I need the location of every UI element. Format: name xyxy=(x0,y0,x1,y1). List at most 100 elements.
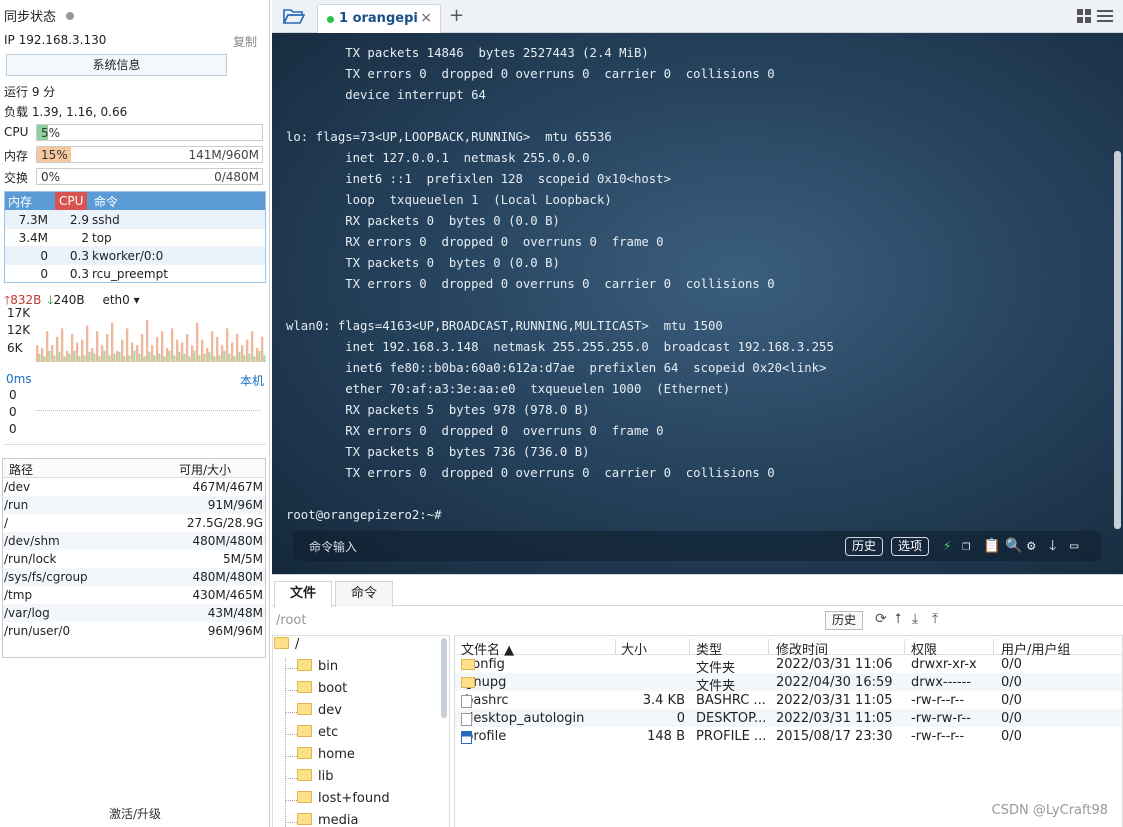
paste-icon[interactable]: 📋 xyxy=(983,537,1000,555)
file-row[interactable]: .profile 148 B PROFILE ... 2015/08/17 23:30… xyxy=(455,727,1122,745)
file-name-cell: .bashrc xyxy=(461,693,509,708)
upload-icon[interactable]: ⤒ xyxy=(932,611,938,627)
terminal-line: TX errors 0 dropped 0 overruns 0 carrier… xyxy=(286,277,775,291)
file-row[interactable]: .gnupg 文件夹 2022/04/30 16:59 drwx------ 0/0 xyxy=(455,673,1122,694)
terminal-line: inet 127.0.0.1 netmask 255.0.0.0 xyxy=(286,151,590,165)
net-download-bar xyxy=(133,350,136,362)
disk-path: /sys/fs/cgroup xyxy=(4,570,88,584)
tree-scrollbar[interactable] xyxy=(441,638,447,718)
command-input-bar[interactable]: 命令输入 历史 选项 ⚡ ❐ 📋 🔍 ⚙ 🡓 ▭ xyxy=(293,531,1101,561)
col-path[interactable]: 路径 xyxy=(9,461,33,478)
net-download-bar xyxy=(218,355,221,362)
sync-status: 同步状态 xyxy=(4,6,263,25)
col-cpu[interactable]: CPU xyxy=(55,192,88,210)
tree-node[interactable]: lib xyxy=(297,769,333,784)
activate-upgrade-link[interactable]: 激活/升级 xyxy=(0,805,270,822)
file-row[interactable]: .config 文件夹 2022/03/31 11:06 drwxr-xr-x 0/0 xyxy=(455,655,1122,676)
tree-node[interactable]: media xyxy=(297,813,359,827)
path-history-button[interactable]: 历史 xyxy=(825,611,864,630)
disk-row[interactable]: /sys/fs/cgroup 480M/480M xyxy=(3,568,265,586)
path-input[interactable]: /root xyxy=(276,613,306,628)
col-size[interactable]: 可用/大小 xyxy=(179,461,231,478)
folder-icon xyxy=(297,813,312,825)
process-row[interactable]: 0 0.3 kworker/0:0 xyxy=(5,246,265,264)
terminal-scrollbar[interactable] xyxy=(1114,151,1121,529)
download-icon[interactable]: 🡓 xyxy=(1049,537,1056,555)
lightning-icon[interactable]: ⚡ xyxy=(943,537,951,555)
net-download-bar xyxy=(243,355,246,362)
download-icon[interactable]: ⤓ xyxy=(912,611,918,627)
tab-commands[interactable]: 命令 xyxy=(335,581,393,607)
refresh-icon[interactable]: ⟳ xyxy=(875,611,887,627)
command-input[interactable]: 命令输入 xyxy=(309,538,357,555)
terminal[interactable]: TX packets 14846 bytes 2527443 (2.4 MiB)… xyxy=(272,33,1123,574)
process-row[interactable]: 0 0.3 rcu_preempt xyxy=(5,264,265,282)
proc-mem: 3.4M xyxy=(18,231,48,245)
terminal-line: loop txqueuelen 1 (Local Loopback) xyxy=(286,193,612,207)
net-download-bar xyxy=(183,353,186,362)
tree-node[interactable]: bin xyxy=(297,659,338,674)
tree-node[interactable]: lost+found xyxy=(297,791,390,806)
net-axis-tick: 17K xyxy=(7,306,31,320)
net-download-bar xyxy=(103,350,106,362)
close-icon[interactable]: × xyxy=(420,10,432,26)
iface-select[interactable]: eth0 ▾ xyxy=(102,293,139,307)
up-dir-icon[interactable]: ⭡ xyxy=(895,611,902,627)
system-info-button[interactable]: 系统信息 xyxy=(6,54,227,76)
folder-open-icon[interactable] xyxy=(282,6,306,26)
folder-icon xyxy=(297,659,312,671)
net-upload-bar xyxy=(91,348,94,362)
net-upload-bar xyxy=(156,336,159,362)
col-mem[interactable]: 内存 xyxy=(8,193,32,210)
net-download-bar xyxy=(143,356,146,362)
tree-node[interactable]: etc xyxy=(297,725,338,740)
file-perm: -rw-r--r-- xyxy=(911,693,965,708)
tree-node[interactable]: / xyxy=(274,637,299,652)
process-row[interactable]: 3.4M 2 top xyxy=(5,228,265,246)
tree-node[interactable]: dev xyxy=(297,703,342,718)
gear-icon[interactable]: ⚙ xyxy=(1027,537,1035,555)
disk-row[interactable]: /run/lock 5M/5M xyxy=(3,550,265,568)
net-download-bar xyxy=(108,355,111,362)
copy-icon[interactable]: ❐ xyxy=(962,537,970,555)
net-upload-bar xyxy=(126,328,129,362)
disk-row[interactable]: /run 91M/96M xyxy=(3,496,265,514)
disk-row[interactable]: /dev/shm 480M/480M xyxy=(3,532,265,550)
net-upload-bar xyxy=(106,334,109,362)
history-button[interactable]: 历史 xyxy=(845,537,884,556)
disk-size: 27.5G/28.9G xyxy=(186,516,263,530)
net-download-bar xyxy=(98,356,101,362)
terminal-line: TX packets 8 bytes 736 (736.0 B) xyxy=(286,445,590,459)
disk-row[interactable]: /run/user/0 96M/96M xyxy=(3,622,265,640)
copy-ip-button[interactable]: 复制 xyxy=(233,33,257,50)
net-upload-bar xyxy=(171,328,174,362)
disk-row[interactable]: /tmp 430M/465M xyxy=(3,586,265,604)
col-cmd[interactable]: 命令 xyxy=(94,193,118,210)
net-upload-bar xyxy=(71,334,74,362)
layout-icon[interactable] xyxy=(1077,8,1115,24)
search-icon[interactable]: 🔍 xyxy=(1005,537,1022,555)
file-type: DESKTOP... xyxy=(696,711,767,726)
disk-row[interactable]: / 27.5G/28.9G xyxy=(3,514,265,532)
tree-node[interactable]: boot xyxy=(297,681,347,696)
add-tab-icon[interactable]: + xyxy=(449,5,464,26)
tab-files[interactable]: 文件 xyxy=(274,581,332,608)
proc-mem: 0 xyxy=(40,249,48,263)
maximize-icon[interactable]: ▭ xyxy=(1070,537,1078,555)
net-upload-bar xyxy=(36,345,39,362)
file-row[interactable]: .desktop_autologin 0 DESKTOP... 2022/03/31 … xyxy=(455,709,1122,727)
tree-node[interactable]: home xyxy=(297,747,355,762)
sync-indicator-icon xyxy=(66,12,75,20)
net-upload-bar xyxy=(96,331,99,362)
disk-row[interactable]: /dev 467M/467M xyxy=(3,478,265,496)
file-mtime: 2022/04/30 16:59 xyxy=(776,675,893,690)
process-row[interactable]: 7.3M 2.9 sshd xyxy=(5,210,265,228)
file-row[interactable]: .bashrc 3.4 KB BASHRC ... 2022/03/31 11:05 -… xyxy=(455,691,1122,709)
disk-row[interactable]: /var/log 43M/48M xyxy=(3,604,265,622)
ping-host[interactable]: 本机 xyxy=(240,372,264,389)
net-download-bar xyxy=(123,356,126,362)
options-button[interactable]: 选项 xyxy=(891,537,930,556)
tab-orangepi[interactable]: 1 orangepi × xyxy=(317,4,441,33)
terminal-line: device interrupt 64 xyxy=(286,88,486,102)
mem-meter: 内存 15% 141M/960M xyxy=(4,146,263,163)
